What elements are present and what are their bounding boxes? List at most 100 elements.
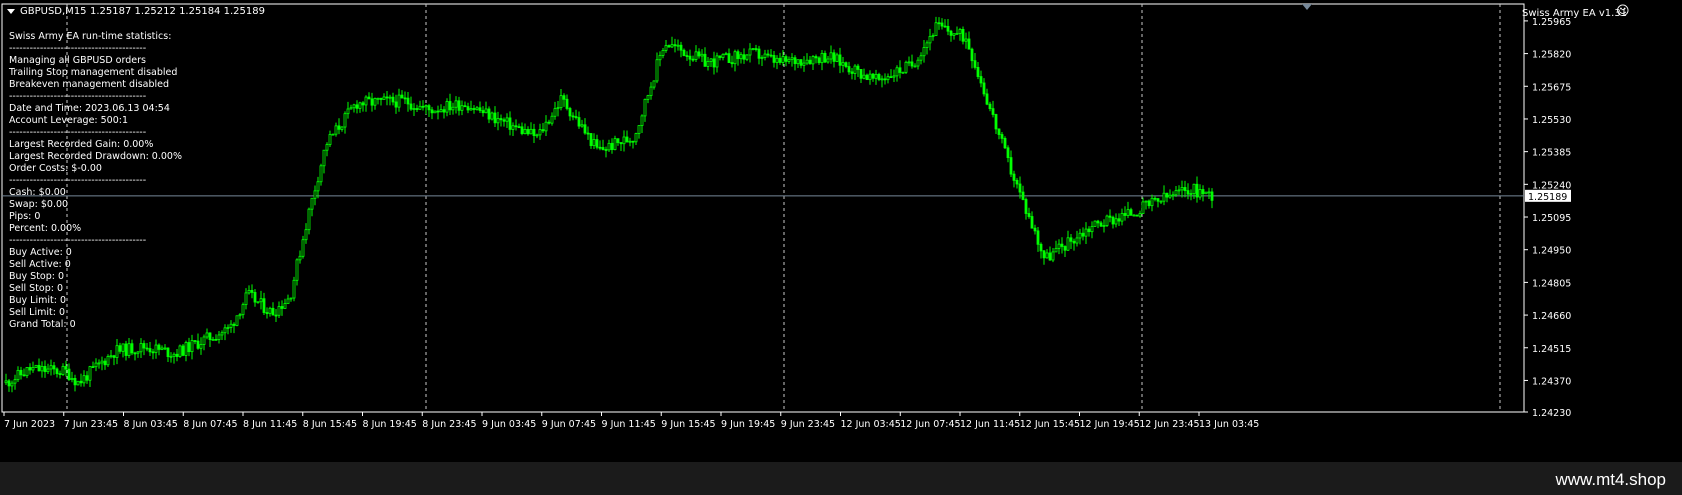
candle-body xyxy=(520,126,524,135)
stats-line: Buy Active: 0 xyxy=(9,247,72,258)
stats-line: Cash: $0.00 xyxy=(9,187,66,198)
candle-body xyxy=(1096,220,1100,224)
candle-body xyxy=(301,239,305,257)
candle-body xyxy=(22,374,26,377)
candle-body xyxy=(400,94,404,99)
y-axis-label: 1.25530 xyxy=(1532,115,1571,126)
y-axis-label: 1.24950 xyxy=(1532,246,1571,257)
candle-body xyxy=(874,73,878,79)
stats-line: Percent: 0.00% xyxy=(9,223,82,234)
candle-body xyxy=(259,298,263,303)
candle-body xyxy=(616,138,620,143)
x-axis-label: 9 Jun 11:45 xyxy=(602,419,656,430)
candle-body xyxy=(1084,228,1088,237)
candle-body xyxy=(586,132,590,135)
candle-body xyxy=(907,61,911,64)
shift-marker-icon[interactable] xyxy=(1302,4,1312,10)
candle-body xyxy=(136,351,140,354)
candle-body xyxy=(988,103,992,110)
stats-line: Largest Recorded Gain: 0.00% xyxy=(9,139,154,150)
x-axis-label: 12 Jun 19:45 xyxy=(1080,419,1140,430)
candle-body xyxy=(199,344,203,349)
candle-body xyxy=(466,106,470,111)
candle-body xyxy=(973,60,977,68)
ohlc-values: 1.25187 1.25212 1.25184 1.25189 xyxy=(90,6,265,17)
candle-body xyxy=(505,117,509,122)
candle-body xyxy=(460,105,464,111)
candle-body xyxy=(409,103,413,110)
candle-body xyxy=(175,353,179,357)
candle-body xyxy=(1024,199,1028,214)
candle-body xyxy=(700,53,704,57)
candle-body xyxy=(73,378,77,386)
candle-body xyxy=(265,312,269,314)
candle-body xyxy=(415,108,419,110)
candle-body xyxy=(805,59,809,64)
y-axis-label: 1.25820 xyxy=(1532,50,1571,61)
candle-body xyxy=(997,128,1001,135)
candle-body xyxy=(283,303,287,309)
candle-body xyxy=(775,57,779,63)
candle-body xyxy=(1075,237,1079,244)
y-axis-label: 1.24805 xyxy=(1532,278,1571,289)
candle-body xyxy=(619,142,623,145)
footer-brand[interactable]: www.mt4.shop xyxy=(1555,470,1666,490)
candle-body xyxy=(769,54,773,57)
candle-body xyxy=(13,379,17,384)
candle-body xyxy=(811,56,815,65)
candle-body xyxy=(1195,183,1199,198)
x-axis-label: 8 Jun 15:45 xyxy=(303,419,357,430)
candle-body xyxy=(412,108,416,110)
candle-body xyxy=(448,101,452,111)
candle-body xyxy=(433,110,437,114)
price-chart[interactable]: 1.259651.258201.256751.255301.253851.252… xyxy=(0,0,1682,462)
stats-line: Buy Stop: 0 xyxy=(9,271,65,282)
candle-body xyxy=(289,297,293,300)
candle-body xyxy=(109,355,113,358)
candle-body xyxy=(607,142,611,151)
candle-body xyxy=(406,97,410,105)
candle-body xyxy=(169,355,173,358)
candle-body xyxy=(160,347,164,350)
candle-body xyxy=(604,149,608,151)
candle-body xyxy=(187,342,191,353)
stats-line: ---------------------------------------- xyxy=(9,235,147,246)
stats-line: ---------------------------------------- xyxy=(9,43,147,54)
candle-body xyxy=(568,108,572,117)
stats-line: ---------------------------------------- xyxy=(9,127,147,138)
candle-body xyxy=(760,57,764,59)
candle-body xyxy=(157,344,161,350)
candle-body xyxy=(1114,218,1118,225)
candle-body xyxy=(154,344,158,353)
candle-body xyxy=(58,373,62,375)
candle-body xyxy=(643,98,647,117)
y-axis-label: 1.24515 xyxy=(1532,344,1571,355)
dropdown-triangle-icon[interactable] xyxy=(7,9,15,14)
smiley-icon[interactable]: ☺ xyxy=(1616,5,1630,18)
candle-body xyxy=(91,366,95,368)
candle-body xyxy=(472,108,476,110)
x-axis-label: 12 Jun 07:45 xyxy=(900,419,960,430)
candle-body xyxy=(451,106,455,111)
candle-body xyxy=(49,365,53,370)
chart-window[interactable]: 1.25965 1.25820 1.25675 1.25530 1.25385 1.252… xyxy=(0,0,1682,462)
candle-body xyxy=(139,343,143,353)
candle-body xyxy=(88,366,92,381)
candle-body xyxy=(748,48,752,56)
stats-line: Buy Limit: 0 xyxy=(9,295,66,306)
candle-body xyxy=(127,343,131,356)
candle-body xyxy=(373,98,377,106)
candle-body xyxy=(313,190,317,199)
candle-body xyxy=(1042,250,1046,259)
candle-body xyxy=(712,58,716,68)
candle-body xyxy=(667,45,671,48)
candle-body xyxy=(631,140,635,143)
candle-body xyxy=(355,104,359,109)
stats-line: Swiss Army EA run-time statistics: xyxy=(9,31,172,42)
candle-body xyxy=(469,108,473,111)
candle-body xyxy=(325,144,329,151)
candle-body xyxy=(1012,173,1016,181)
stats-line: Swap: $0.00 xyxy=(9,199,69,210)
candle-body xyxy=(172,353,176,357)
candle-body xyxy=(271,307,275,316)
